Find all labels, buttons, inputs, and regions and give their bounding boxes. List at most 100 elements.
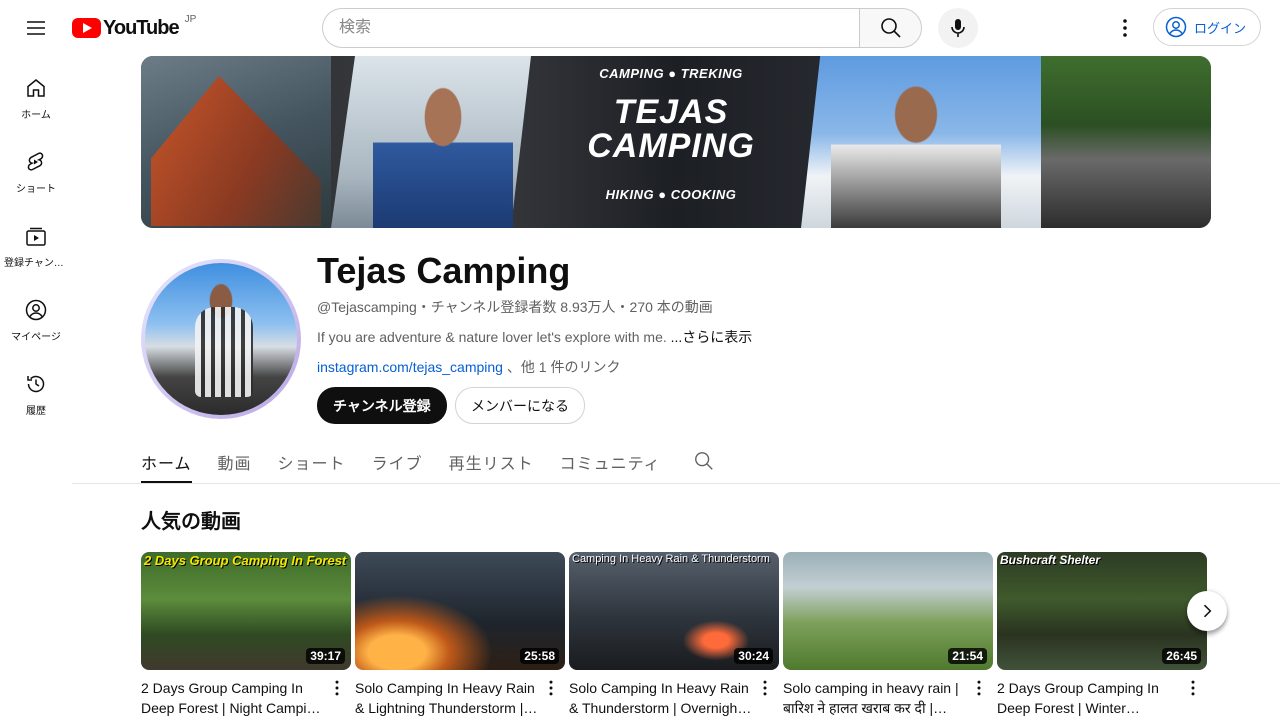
video-title-line: Solo camping in heavy rain | <box>783 680 959 696</box>
channel-description-text: If you are adventure & nature lover let'… <box>317 329 667 345</box>
microphone-icon <box>951 19 965 37</box>
video-menu-button[interactable] <box>539 678 563 702</box>
login-label: ログイン <box>1194 20 1247 36</box>
channel-name: Tejas Camping <box>317 250 571 291</box>
video-title[interactable]: Solo Camping In Heavy Rain & Thunderstor… <box>569 678 753 718</box>
video-menu-button[interactable] <box>753 678 777 702</box>
search-input[interactable] <box>322 8 859 48</box>
video-duration: 39:17 <box>306 648 345 664</box>
tab-shorts[interactable]: ショート <box>278 440 346 483</box>
video-thumbnail[interactable]: 21:54 <box>783 552 993 670</box>
section-title: 人気の動画 <box>141 511 241 533</box>
shelf-next-button[interactable] <box>1187 591 1227 631</box>
instagram-link[interactable]: instagram.com/tejas_camping <box>317 359 503 375</box>
video-thumbnail[interactable]: 2 Days Group Camping In Forest 39:17 <box>141 552 351 670</box>
guide-item-subscriptions[interactable]: 登録チャンネル <box>4 204 68 278</box>
banner-text-block: CAMPING ● TREKING TEJAS CAMPING HIKING ●… <box>541 56 801 228</box>
more-links-label[interactable]: 、他 1 件のリンク <box>507 359 621 375</box>
video-title-line: बारिश ने हालत खराब कर दी |… <box>783 700 948 716</box>
tab-playlists[interactable]: 再生リスト <box>449 440 534 483</box>
thumbnail-caption: Bushcraft Shelter <box>1000 553 1101 567</box>
avatar-image <box>145 263 297 415</box>
banner-title-line1: TEJAS <box>613 93 729 131</box>
video-title-line: Solo Camping In Heavy Rain <box>355 680 535 696</box>
youtube-logo[interactable]: YouTube JP <box>72 14 196 39</box>
channel-avatar <box>141 259 301 419</box>
video-duration: 21:54 <box>948 648 987 664</box>
video-duration: 30:24 <box>734 648 773 664</box>
you-icon <box>25 299 47 321</box>
tab-home[interactable]: ホーム <box>141 440 192 483</box>
video-title-line: & Lightning Thunderstorm |… <box>355 700 538 716</box>
video-title-line: Solo Camping In Heavy Rain <box>569 680 749 696</box>
guide-item-label: ホーム <box>21 110 51 121</box>
menu-button[interactable] <box>16 8 56 48</box>
banner-top-text: CAMPING ● TREKING <box>599 66 743 81</box>
search-button[interactable] <box>859 8 922 48</box>
guide-item-you[interactable]: マイページ <box>4 278 68 352</box>
channel-banner: CAMPING ● TREKING TEJAS CAMPING HIKING ●… <box>141 56 1211 228</box>
subscribe-button[interactable]: チャンネル登録 <box>317 387 447 424</box>
settings-menu-button[interactable] <box>1105 8 1145 48</box>
banner-person-photo-2 <box>831 66 1001 228</box>
tab-community[interactable]: コミュニティ <box>560 440 661 483</box>
video-menu-button[interactable] <box>1181 678 1205 702</box>
video-card[interactable]: 21:54 Solo camping in heavy rain | बारिश… <box>783 552 993 718</box>
banner-bottom-text: HIKING ● COOKING <box>605 187 737 202</box>
channel-meta: @Tejascamping・チャンネル登録者数 8.93万人・270 本の動画 <box>317 299 713 315</box>
tabs-divider <box>72 483 1280 484</box>
video-title[interactable]: 2 Days Group Camping In Deep Forest | Ni… <box>141 678 325 718</box>
channel-tabs: ホーム 動画 ショート ライブ 再生リスト コミュニティ <box>141 440 715 483</box>
guide-item-label: ショート <box>16 184 56 195</box>
video-card[interactable]: 2 Days Group Camping In Forest 39:17 2 D… <box>141 552 351 718</box>
country-code: JP <box>184 13 197 25</box>
login-button[interactable]: ログイン <box>1153 8 1262 46</box>
video-title[interactable]: Solo Camping In Heavy Rain & Lightning T… <box>355 678 539 718</box>
video-title-line: Deep Forest | Night Campin… <box>141 700 325 716</box>
video-card[interactable]: Bushcraft Shelter 26:45 2 Days Group Cam… <box>997 552 1207 718</box>
guide-item-label: 登録チャンネル <box>4 258 68 269</box>
mini-guide: ホーム ショート 登録チャンネル マイページ 履歴 <box>0 56 72 426</box>
video-menu-button[interactable] <box>967 678 991 702</box>
search-box <box>322 8 922 48</box>
guide-item-home[interactable]: ホーム <box>4 56 68 130</box>
chevron-right-icon <box>1203 604 1212 618</box>
video-title[interactable]: Solo camping in heavy rain | बारिश ने हा… <box>783 678 967 718</box>
thumbnail-caption: Camping In Heavy Rain & Thunderstorm <box>572 553 770 565</box>
join-membership-button[interactable]: メンバーになる <box>455 387 585 424</box>
banner-campsite-photo <box>1041 56 1211 228</box>
video-menu-button[interactable] <box>325 678 349 702</box>
show-more-link[interactable]: ...さらに表示 <box>671 329 753 345</box>
tab-live[interactable]: ライブ <box>372 440 423 483</box>
video-thumbnail[interactable]: Bushcraft Shelter 26:45 <box>997 552 1207 670</box>
more-vertical-icon <box>763 680 767 696</box>
video-duration: 25:58 <box>520 648 559 664</box>
video-thumbnail[interactable]: 25:58 <box>355 552 565 670</box>
hamburger-menu-icon <box>27 21 45 35</box>
guide-item-label: 履歴 <box>26 406 46 417</box>
guide-item-shorts[interactable]: ショート <box>4 130 68 204</box>
video-title[interactable]: 2 Days Group Camping In Deep Forest | Wi… <box>997 678 1181 718</box>
more-vertical-icon <box>335 680 339 696</box>
video-card[interactable]: 25:58 Solo Camping In Heavy Rain & Light… <box>355 552 565 718</box>
search-icon <box>694 452 713 470</box>
subscriptions-icon <box>26 227 46 246</box>
guide-item-label: マイページ <box>11 332 61 343</box>
more-vertical-icon <box>549 680 553 696</box>
video-card[interactable]: Camping In Heavy Rain & Thunderstorm 30:… <box>569 552 779 718</box>
history-icon <box>27 375 45 393</box>
youtube-play-icon <box>72 18 101 38</box>
thumbnail-caption: 2 Days Group Camping In Forest <box>144 553 347 568</box>
home-icon <box>27 79 45 97</box>
voice-search-button[interactable] <box>938 8 978 48</box>
tab-videos[interactable]: 動画 <box>218 440 252 483</box>
video-thumbnail[interactable]: Camping In Heavy Rain & Thunderstorm 30:… <box>569 552 779 670</box>
channel-description[interactable]: If you are adventure & nature lover let'… <box>317 327 752 347</box>
guide-item-history[interactable]: 履歴 <box>4 352 68 426</box>
more-vertical-icon <box>977 680 981 696</box>
masthead: YouTube JP ログイン <box>0 0 1280 56</box>
search-icon <box>880 18 901 38</box>
channel-search-button[interactable] <box>693 440 715 483</box>
channel-links: instagram.com/tejas_camping 、他 1 件のリンク <box>317 357 620 377</box>
logo-wordmark: YouTube <box>103 16 180 39</box>
